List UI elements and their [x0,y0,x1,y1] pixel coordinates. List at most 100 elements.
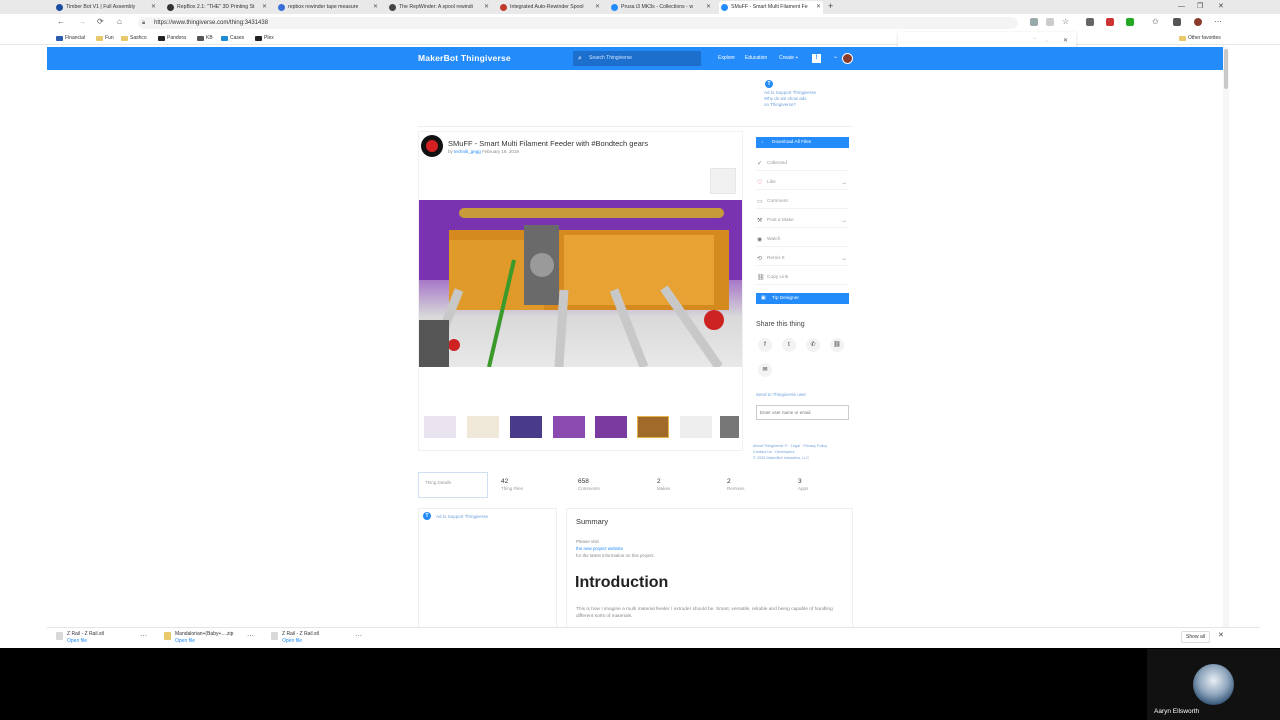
tab-repbox-rewinder[interactable]: repbox rewinder tape measure ✕ [276,1,380,14]
tab-smuff[interactable]: SMuFF - Smart Multi Filament Fe ✕ [719,1,823,14]
download-item[interactable]: Mandalorian+(Baby+....zip Open file [164,631,233,644]
support-link[interactable]: Ad to Support Thingiverse [436,514,488,519]
site-logo[interactable]: MakerBot Thingiverse [418,53,511,63]
bookmark-fun[interactable]: Fun [96,34,114,43]
download-icon[interactable] [1126,18,1134,26]
nav-create[interactable]: Create + [779,55,798,61]
copy-link-button[interactable]: ⛓ Copy Link [756,271,849,285]
comment-button[interactable]: ▭ Comment [756,195,849,209]
thumbnail[interactable] [553,416,585,438]
tab-repwinder[interactable]: The RepWinder: A spool rewindi ✕ [387,1,491,14]
page-scrollbar[interactable] [1223,47,1229,627]
thumbnail-selected[interactable] [637,416,669,438]
tab-timber-bot[interactable]: Timber Bot V1 | Full Assembly ✕ [54,1,158,14]
bookmark-plex[interactable]: Plex [255,34,274,43]
tip-designer-button[interactable]: ▣ Tip Designer [756,293,849,304]
send-user-input[interactable]: Enter user name or email [756,405,849,420]
thumbnail-frame[interactable] [710,168,736,194]
thumbnail[interactable] [595,416,627,438]
reload-icon[interactable]: ⟳ [97,17,104,26]
tab-auto-rewinder[interactable]: Integrated Auto-Rewinder Spool ✕ [498,1,602,14]
close-icon[interactable]: ✕ [262,1,267,14]
profile-icon[interactable] [1194,18,1202,26]
email-icon[interactable]: ✉ [758,363,772,377]
close-icon[interactable]: ✕ [595,1,600,14]
forward-icon[interactable]: → [78,17,86,26]
tab-remixes[interactable]: 2 Remixes [721,472,791,498]
like-button[interactable]: ♡ Like → [756,176,849,190]
close-icon[interactable]: ✕ [484,1,489,14]
restore-icon[interactable]: ❐ [1197,0,1203,13]
whatsapp-icon[interactable]: ✆ [806,338,820,352]
close-icon[interactable]: ✕ [816,1,821,14]
creator-avatar[interactable] [421,135,443,157]
post-make-button[interactable]: ⚒ Post a Make → [756,214,849,228]
close-icon[interactable]: ✕ [151,1,156,14]
thumbnail[interactable] [680,416,712,438]
project-website-link[interactable]: the new project website [576,546,623,551]
thumbnail[interactable] [510,416,542,438]
tab-apps[interactable]: 3 Apps [792,472,862,498]
back-icon[interactable]: ← [57,17,65,26]
search-input[interactable]: ⌕ Search Thingiverse [573,51,701,66]
favorite-star-icon[interactable]: ☆ [1062,17,1069,26]
new-tab-button[interactable]: + [828,0,833,13]
model-render-image[interactable] [419,200,742,367]
link-icon[interactable]: ⛓ [830,338,844,352]
notification-icon[interactable]: ! [812,54,821,63]
arrow-up-icon[interactable]: ⌃ [1032,37,1037,44]
reader-icon[interactable] [1030,18,1038,26]
collections-icon[interactable] [1173,18,1181,26]
bookmark-kb[interactable]: KB [197,34,213,43]
close-icon[interactable]: ✕ [1063,37,1068,44]
extension-icon[interactable] [1086,18,1094,26]
tab-repbox[interactable]: RepBox 2.1: "THE" 3D Printing St ✕ [165,1,269,14]
favorites-icon[interactable]: ✩ [1152,17,1159,26]
thumbnail[interactable] [424,416,456,438]
scrollbar-thumb[interactable] [1224,49,1228,89]
collected-button[interactable]: ✓ Collected [756,157,849,171]
why-ads-link-cont[interactable]: on Thingiverse? [764,102,844,108]
bookmark-financial[interactable]: Financial [56,34,85,43]
open-file-link[interactable]: Open file [282,638,319,645]
tab-thing-files[interactable]: 42 Thing Files [495,472,565,498]
arrow-down-icon[interactable]: ⌄ [1044,37,1049,44]
chevron-down-icon[interactable]: ⌄ [833,53,838,60]
url-field[interactable]: 🔒︎ https://www.thingiverse.com/thing:3431… [138,17,1018,29]
download-item[interactable]: Z Rail - Z Rail.stl Open file [271,631,319,644]
more-icon[interactable]: ⋯ [355,632,362,640]
more-icon[interactable]: ⋯ [1214,17,1222,26]
close-icon[interactable]: ✕ [373,1,378,14]
minimize-icon[interactable]: — [1178,0,1185,13]
thumbnail[interactable] [467,416,499,438]
nav-education[interactable]: Education [745,55,767,61]
tab-comments[interactable]: 658 Comments [572,472,642,498]
tab-thing-details[interactable]: Thing Details [418,472,488,498]
bookmark-other-favorites[interactable]: Other favorites [1179,34,1221,43]
close-icon[interactable]: ✕ [1218,631,1224,639]
download-all-button[interactable]: ↓ Download All Files [756,137,849,148]
tab-makes[interactable]: 2 Makes [651,472,721,498]
bookmark-sashco[interactable]: Sashco [121,34,147,43]
avatar[interactable] [842,53,853,64]
bookmark-pandora[interactable]: Pandora [158,34,186,43]
download-item[interactable]: Z Rail - Z Rail.stl Open file [56,631,104,644]
author-link[interactable]: technik_gegg [454,149,481,154]
open-file-link[interactable]: Open file [67,638,104,645]
facebook-icon[interactable]: f [758,338,772,352]
window-close-icon[interactable]: ✕ [1218,0,1224,13]
show-all-button[interactable]: Show all [1181,631,1210,643]
extension-icon[interactable] [1106,18,1114,26]
watch-button[interactable]: ◉ Watch [756,233,849,247]
twitter-icon[interactable]: t [782,338,796,352]
close-icon[interactable]: ✕ [706,1,711,14]
remix-button[interactable]: ⟲ Remix It → [756,252,849,266]
tab-prusa[interactable]: Prusa i3 MK3s - Collections - w ✕ [609,1,713,14]
nav-explore[interactable]: Explore [718,55,735,61]
home-icon[interactable]: ⌂ [117,17,122,26]
bookmark-cases[interactable]: Cases [221,34,244,43]
open-file-link[interactable]: Open file [175,638,233,645]
more-icon[interactable]: ⋯ [247,632,254,640]
thumbnail[interactable] [720,416,739,438]
more-icon[interactable]: ⋯ [140,632,147,640]
